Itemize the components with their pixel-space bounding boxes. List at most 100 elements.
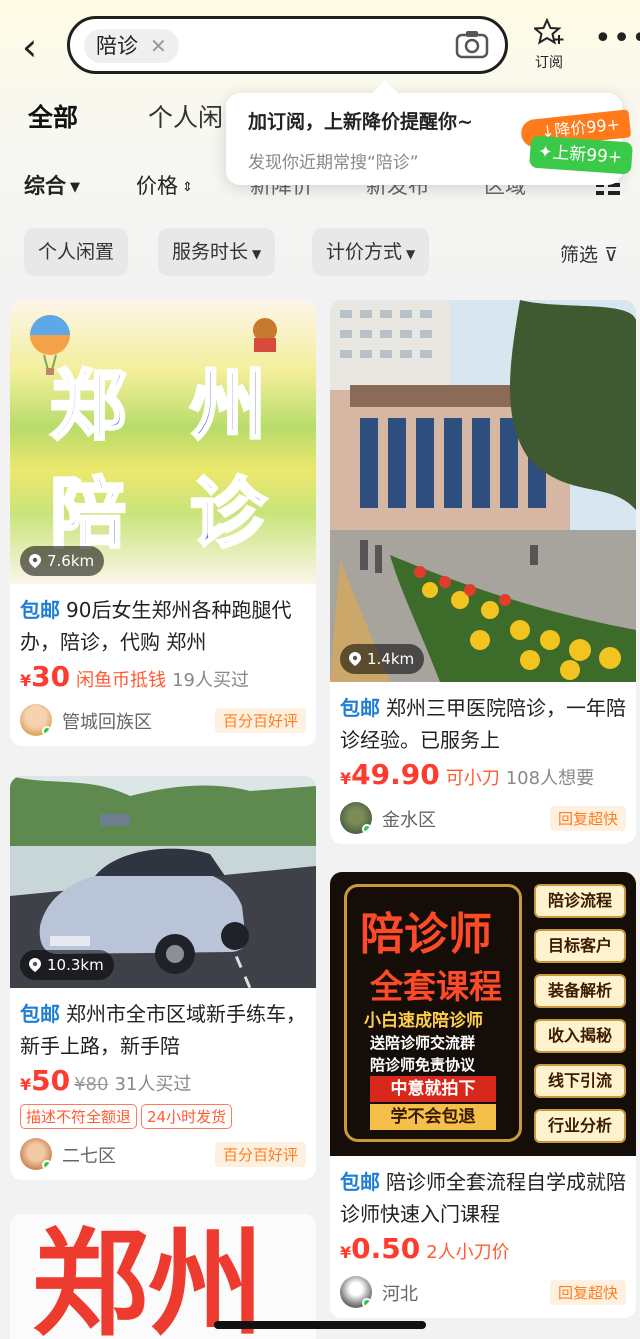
free-shipping-tag: 包邮	[20, 598, 60, 622]
currency-symbol: ¥	[340, 769, 352, 788]
online-dot	[362, 824, 372, 834]
listing-card[interactable]: 1.4km 包邮 郑州三甲医院陪诊，一年陪诊经验。已服务上 ¥49.90 可小刀 10…	[330, 300, 636, 844]
sort-price[interactable]: 价格 ⇕	[136, 170, 193, 200]
seller-badge: 百分百好评	[214, 1142, 306, 1167]
listing-title: 包邮 陪诊师全套流程自学成就陪诊师快速入门课程	[330, 1156, 636, 1230]
original-price: ¥80	[74, 1074, 109, 1095]
price: ¥50	[20, 1064, 70, 1097]
filter-personal-idle[interactable]: 个人闲置	[24, 228, 129, 276]
shipping-time-pill: 24小时发货	[141, 1104, 233, 1129]
course-tag: 装备解析	[534, 974, 626, 1008]
subscribe-button[interactable]: 订阅	[528, 17, 570, 72]
online-dot	[42, 726, 52, 736]
chevron-down-icon: ▼	[406, 247, 416, 261]
filter-service-duration[interactable]: 服务时长 ▼	[158, 228, 276, 276]
cover-subtitle: 小白速成陪诊师	[364, 1011, 483, 1031]
chevron-down-icon: ▼	[70, 179, 80, 195]
advanced-filter-button[interactable]: 筛选 ⊽	[560, 240, 618, 267]
search-bar[interactable]: 陪诊 ✕	[67, 16, 508, 74]
cover-char: 诊	[189, 468, 268, 560]
seller-badge: 回复超快	[549, 806, 626, 831]
cover-char: 郑	[49, 360, 128, 452]
home-indicator	[214, 1321, 426, 1329]
tooltip-title: 加订阅，上新降价提醒你~	[248, 111, 473, 133]
chevron-down-icon: ▼	[252, 247, 262, 261]
listing-card[interactable]: 10.3km 包邮 郑州市全市区域新手练车，新手上路，新手陪 ¥50 ¥80 31人买…	[10, 776, 316, 1180]
cover-cta: 中意就拍下	[370, 1076, 496, 1102]
tooltip-subtitle: 发现你近期常搜“陪诊”	[248, 153, 419, 173]
distance-text: 7.6km	[47, 552, 95, 570]
seller-location: 河北	[382, 1284, 418, 1305]
seller-location: 管城回族区	[62, 712, 152, 733]
seller-info[interactable]: 二七区 百分百好评	[10, 1130, 316, 1180]
currency-symbol: ¥	[340, 1243, 352, 1262]
listing-card[interactable]: 郑 州 陪 诊 7.6km 包邮 90后女生郑州各种跑腿代办，陪诊，代购 郑州 ¥…	[10, 300, 316, 746]
avatar	[20, 704, 52, 736]
search-query-chip[interactable]: 陪诊 ✕	[84, 29, 179, 63]
price: ¥49.90	[340, 758, 440, 791]
price-line: ¥49.90 可小刀 108人想要	[330, 756, 636, 794]
location-pin-icon	[348, 647, 362, 677]
sort-comprehensive[interactable]: 综合 ▼	[24, 170, 80, 200]
course-tag: 行业分析	[534, 1109, 626, 1143]
listing-title-text: 陪诊师全套流程自学成就陪诊师快速入门课程	[340, 1170, 626, 1226]
listing-cover-image: 10.3km	[10, 776, 316, 988]
location-pin-icon	[28, 953, 42, 983]
subscribe-tooltip[interactable]: 加订阅，上新降价提醒你~ 发现你近期常搜“陪诊” ↓降价99+ ✦上新99+	[226, 93, 633, 185]
wants-count: 108人想要	[505, 768, 595, 789]
coin-deduction-note: 闲鱼币抵钱	[76, 670, 167, 691]
avatar	[20, 1138, 52, 1170]
tab-all[interactable]: 全部	[28, 98, 79, 134]
price: ¥0.50	[340, 1232, 420, 1265]
course-tag: 收入揭秘	[534, 1019, 626, 1053]
buyers-count: 19人买过	[172, 670, 250, 691]
distance-text: 10.3km	[47, 956, 104, 974]
seller-location: 金水区	[382, 810, 436, 831]
seller-badge: 百分百好评	[214, 708, 306, 733]
seller-info[interactable]: 河北 回复超快	[330, 1268, 636, 1318]
bargain-price-note: 2人小刀价	[426, 1242, 510, 1263]
more-options-icon[interactable]: •••	[594, 24, 640, 54]
clear-query-icon[interactable]: ✕	[150, 34, 167, 58]
avatar	[340, 802, 372, 834]
listing-title: 包邮 郑州三甲医院陪诊，一年陪诊经验。已服务上	[330, 682, 636, 756]
course-tag: 陪诊流程	[534, 884, 626, 918]
seller-badge: 回复超快	[549, 1280, 626, 1305]
price-value: 0.50	[351, 1232, 421, 1265]
seller-location: 二七区	[62, 1146, 116, 1167]
listing-cover-image: 陪诊师 全套课程 小白速成陪诊师 送陪诊师交流群 陪诊师免责协议 中意就拍下 学…	[330, 872, 636, 1156]
search-query-text: 陪诊	[96, 34, 138, 58]
course-tag: 目标客户	[534, 929, 626, 963]
filter-pricing-method[interactable]: 计价方式 ▼	[312, 228, 430, 276]
tab-personal-idle[interactable]: 个人闲	[148, 98, 223, 134]
distance-badge: 10.3km	[20, 950, 114, 980]
cover-title: 陪诊师	[360, 909, 492, 960]
listing-card[interactable]: 陪诊师 全套课程 小白速成陪诊师 送陪诊师交流群 陪诊师免责协议 中意就拍下 学…	[330, 872, 636, 1318]
listing-cover-image: 郑 州 陪 诊 7.6km	[10, 300, 316, 584]
sort-comprehensive-label: 综合	[24, 174, 66, 198]
price-line: ¥50 ¥80 31人买过	[10, 1062, 316, 1100]
distance-text: 1.4km	[367, 650, 415, 668]
back-button[interactable]: ‹	[22, 28, 37, 66]
course-tag: 线下引流	[534, 1064, 626, 1098]
free-shipping-tag: 包邮	[20, 1002, 60, 1026]
free-shipping-tag: 包邮	[340, 696, 380, 720]
cover-cta: 学不会包退	[370, 1104, 496, 1130]
sort-toggle-icon: ⇕	[182, 179, 193, 195]
price-line: ¥30 闲鱼币抵钱 19人买过	[10, 658, 316, 696]
seller-info[interactable]: 管城回族区 百分百好评	[10, 696, 316, 746]
filter-bar: 个人闲置 服务时长 ▼ 计价方式 ▼ 筛选 ⊽	[0, 228, 640, 278]
distance-badge: 1.4km	[340, 644, 425, 677]
star-plus-icon	[532, 17, 564, 50]
funnel-icon: ⊽	[604, 244, 618, 266]
price: ¥30	[20, 660, 70, 693]
listing-title-text: 90后女生郑州各种跑腿代办，陪诊，代购 郑州	[20, 598, 292, 654]
cover-title: 全套课程	[370, 967, 502, 1006]
cover-char: 州	[189, 360, 268, 452]
currency-symbol: ¥	[20, 1075, 32, 1094]
camera-icon[interactable]	[455, 29, 489, 63]
listing-title-text: 郑州市全市区域新手练车，新手上路，新手陪	[20, 1002, 306, 1058]
price-value: 50	[31, 1064, 71, 1097]
listing-title: 包邮 90后女生郑州各种跑腿代办，陪诊，代购 郑州	[10, 584, 316, 658]
seller-info[interactable]: 金水区 回复超快	[330, 794, 636, 844]
